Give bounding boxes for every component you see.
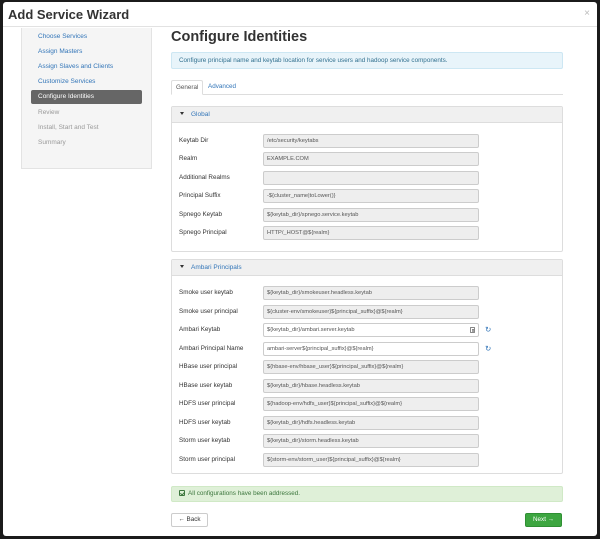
row-label: HBase user principal bbox=[179, 363, 238, 370]
config-row-keytab-dir: Keytab Dir /etc/security/keytabs bbox=[172, 134, 564, 148]
config-row-hdfs-user-keytab: HDFS user keytab ${keytab_dir}/hdfs.head… bbox=[172, 416, 564, 430]
modal-title: Add Service Wizard bbox=[8, 7, 130, 22]
row-label: Keytab Dir bbox=[179, 137, 209, 144]
row-label: Storm user keytab bbox=[179, 437, 231, 444]
next-button[interactable]: Next → bbox=[525, 513, 562, 527]
config-row-principal-suffix: Principal Suffix -${cluster_name|toLower… bbox=[172, 189, 564, 203]
sidebar-item-summary: Summary bbox=[38, 139, 66, 146]
config-row-hbase-user-principal: HBase user principal ${hbase-env/hbase_u… bbox=[172, 360, 564, 374]
storm-user-keytab-field: ${keytab_dir}/storm.headless.keytab bbox=[263, 434, 479, 448]
hbase-user-principal-field: ${hbase-env/hbase_user}${principal_suffi… bbox=[263, 360, 479, 374]
modal-header: Add Service Wizard × bbox=[3, 2, 597, 27]
row-label: HDFS user principal bbox=[179, 400, 236, 407]
spnego-keytab-field: ${keytab_dir}/spnego.service.keytab bbox=[263, 208, 479, 222]
row-label: Ambari Principal Name bbox=[179, 345, 244, 352]
row-label: Smoke user principal bbox=[179, 308, 238, 315]
row-label: Spnego Principal bbox=[179, 229, 227, 236]
config-row-storm-user-keytab: Storm user keytab ${keytab_dir}/storm.he… bbox=[172, 434, 564, 448]
wizard-steps-sidebar: Choose Services Assign Masters Assign Sl… bbox=[21, 28, 152, 169]
sidebar-item-install-start-test: Install, Start and Test bbox=[38, 124, 99, 131]
panel-global-title[interactable]: Global bbox=[191, 107, 210, 123]
config-row-smoke-user-principal: Smoke user principal ${cluster-env/smoke… bbox=[172, 305, 564, 319]
additional-realms-field bbox=[263, 171, 479, 185]
row-label: HBase user keytab bbox=[179, 382, 233, 389]
check-square-icon bbox=[179, 490, 185, 496]
realm-field: EXAMPLE.COM bbox=[263, 152, 479, 166]
hdfs-user-keytab-field: ${keytab_dir}/hdfs.headless.keytab bbox=[263, 416, 479, 430]
ambari-keytab-value: ${keytab_dir}/ambari.server.keytab bbox=[267, 327, 355, 333]
ambari-keytab-input[interactable]: ${keytab_dir}/ambari.server.keytab bbox=[263, 323, 479, 337]
hbase-user-keytab-field: ${keytab_dir}/hbase.headless.keytab bbox=[263, 379, 479, 393]
sidebar-item-assign-slaves[interactable]: Assign Slaves and Clients bbox=[31, 60, 142, 74]
document-icon[interactable] bbox=[470, 327, 475, 333]
caret-down-icon bbox=[180, 112, 184, 115]
config-row-ambari-keytab: Ambari Keytab ${keytab_dir}/ambari.serve… bbox=[172, 323, 564, 337]
refresh-icon[interactable]: ↻ bbox=[485, 344, 491, 354]
config-row-ambari-principal-name: Ambari Principal Name ambari-server${pri… bbox=[172, 342, 564, 356]
success-message: All configurations have been addressed. bbox=[188, 490, 301, 497]
tab-advanced[interactable]: Advanced bbox=[204, 80, 240, 95]
principal-suffix-field: -${cluster_name|toLower()} bbox=[263, 189, 479, 203]
success-alert: All configurations have been addressed. bbox=[171, 486, 563, 502]
config-row-spnego-keytab: Spnego Keytab ${keytab_dir}/spnego.servi… bbox=[172, 208, 564, 222]
back-button[interactable]: ← Back bbox=[171, 513, 208, 527]
keytab-dir-field: /etc/security/keytabs bbox=[263, 134, 479, 148]
config-row-hbase-user-keytab: HBase user keytab ${keytab_dir}/hbase.he… bbox=[172, 379, 564, 393]
panel-ambari-principals-title[interactable]: Ambari Principals bbox=[191, 260, 242, 276]
config-row-hdfs-user-principal: HDFS user principal ${hadoop-env/hdfs_us… bbox=[172, 397, 564, 411]
panel-global-header[interactable]: Global bbox=[172, 107, 562, 123]
spnego-principal-field: HTTP/_HOST@${realm} bbox=[263, 226, 479, 240]
config-row-realm: Realm EXAMPLE.COM bbox=[172, 152, 564, 166]
wizard-modal: Add Service Wizard × Choose Services Ass… bbox=[3, 2, 597, 536]
sidebar-item-customize-services[interactable]: Customize Services bbox=[31, 75, 142, 89]
config-row-additional-realms: Additional Realms bbox=[172, 171, 564, 185]
refresh-icon[interactable]: ↻ bbox=[485, 325, 491, 335]
smoke-user-principal-field: ${cluster-env/smokeuser}${principal_suff… bbox=[263, 305, 479, 319]
panel-global: Global Keytab Dir /etc/security/keytabs … bbox=[171, 106, 563, 252]
sidebar-item-choose-services[interactable]: Choose Services bbox=[31, 30, 142, 44]
page-title: Configure Identities bbox=[171, 29, 308, 45]
row-label: Additional Realms bbox=[179, 174, 230, 181]
row-label: HDFS user keytab bbox=[179, 419, 231, 426]
panel-ambari-principals-header[interactable]: Ambari Principals bbox=[172, 260, 562, 276]
sidebar-item-assign-masters[interactable]: Assign Masters bbox=[31, 45, 142, 59]
row-label: Realm bbox=[179, 155, 198, 162]
row-label: Principal Suffix bbox=[179, 192, 221, 199]
row-label: Smoke user keytab bbox=[179, 289, 233, 296]
config-row-storm-user-principal: Storm user principal ${storm-env/storm_u… bbox=[172, 453, 564, 467]
row-label: Storm user principal bbox=[179, 456, 235, 463]
hdfs-user-principal-field: ${hadoop-env/hdfs_user}${principal_suffi… bbox=[263, 397, 479, 411]
sidebar-item-review: Review bbox=[38, 109, 60, 116]
row-label: Spnego Keytab bbox=[179, 211, 223, 218]
config-tabs: General Advanced bbox=[171, 80, 563, 95]
ambari-principal-name-input[interactable]: ambari-server${principal_suffix}@${realm… bbox=[263, 342, 479, 356]
config-row-smoke-user-keytab: Smoke user keytab ${keytab_dir}/smokeuse… bbox=[172, 286, 564, 300]
sidebar-item-configure-identities[interactable]: Configure Identities bbox=[31, 90, 142, 104]
tab-general[interactable]: General bbox=[171, 80, 204, 95]
info-alert: Configure principal name and keytab loca… bbox=[171, 52, 563, 69]
caret-down-icon bbox=[180, 265, 184, 268]
config-row-spnego-principal: Spnego Principal HTTP/_HOST@${realm} bbox=[172, 226, 564, 240]
row-label: Ambari Keytab bbox=[179, 326, 221, 333]
close-icon[interactable]: × bbox=[584, 8, 590, 19]
storm-user-principal-field: ${storm-env/storm_user}${principal_suffi… bbox=[263, 453, 479, 467]
smoke-user-keytab-field: ${keytab_dir}/smokeuser.headless.keytab bbox=[263, 286, 479, 300]
panel-ambari-principals: Ambari Principals Smoke user keytab ${ke… bbox=[171, 259, 563, 474]
